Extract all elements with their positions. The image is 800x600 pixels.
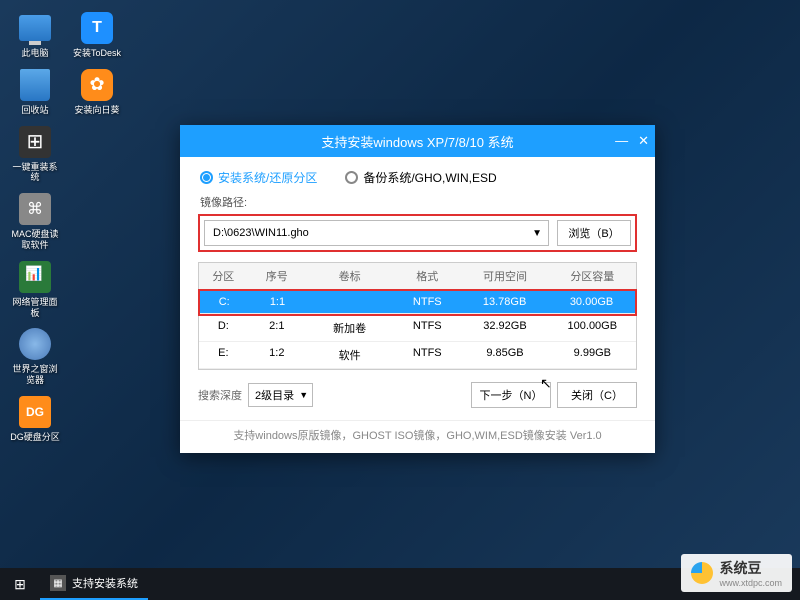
desktop: 此电脑 T安装ToDesk 回收站 安装向日葵 一键重装系统 MAC硬盘读取软件… — [0, 0, 800, 600]
image-path-label: 镜像路径: — [180, 194, 655, 210]
mac-disk-icon — [19, 193, 51, 225]
desktop-icon-todesk[interactable]: T安装ToDesk — [72, 10, 122, 59]
reinstall-icon — [19, 126, 51, 158]
radio-backup[interactable]: 备份系统/GHO,WIN,ESD — [345, 169, 496, 186]
dg-icon — [19, 396, 51, 428]
close-icon[interactable]: ✕ — [638, 133, 649, 149]
col-volume: 卷标 — [306, 263, 393, 289]
image-path-value: D:\0623\WIN11.gho — [213, 227, 309, 239]
table-header: 分区 序号 卷标 格式 可用空间 分区容量 — [199, 263, 636, 290]
table-row[interactable]: D: 2:1 新加卷 NTFS 32.92GB 100.00GB — [199, 315, 636, 342]
desktop-icon-dg-partition[interactable]: DG硬盘分区 — [10, 394, 60, 443]
watermark-name: 系统豆 — [719, 558, 782, 578]
browser-icon — [19, 328, 51, 360]
col-seq: 序号 — [248, 263, 306, 289]
col-drive: 分区 — [199, 263, 248, 289]
taskbar-app-icon: ▦ — [50, 575, 66, 591]
next-button[interactable]: 下一步（N） — [471, 382, 551, 408]
radio-checked-icon — [200, 171, 213, 184]
partition-table: 分区 序号 卷标 格式 可用空间 分区容量 C: 1:1 NTFS 13.78G… — [198, 262, 637, 370]
dialog-title-bar[interactable]: 支持安装windows XP/7/8/10 系统 — ✕ — [180, 125, 655, 157]
taskbar-item-installer[interactable]: ▦ 支持安装系统 — [40, 568, 148, 600]
dialog-footer-note: 支持windows原版镜像，GHOST ISO镜像，GHO,WIM,ESD镜像安… — [180, 420, 655, 453]
todesk-icon: T — [81, 12, 113, 44]
desktop-icon-reinstall[interactable]: 一键重装系统 — [10, 124, 60, 184]
install-dialog: 支持安装windows XP/7/8/10 系统 — ✕ 安装系统/还原分区 备… — [180, 125, 655, 453]
image-path-dropdown[interactable]: D:\0623\WIN11.gho ▼ — [204, 220, 549, 246]
chevron-down-icon: ▼ — [299, 390, 308, 400]
taskbar: ▦ 支持安装系统 — [0, 568, 800, 600]
desktop-icon-this-pc[interactable]: 此电脑 — [10, 10, 60, 59]
browse-button[interactable]: 浏览（B） — [557, 220, 631, 246]
table-row[interactable]: E: 1:2 软件 NTFS 9.85GB 9.99GB — [199, 342, 636, 369]
col-free: 可用空间 — [461, 263, 548, 289]
radio-unchecked-icon — [345, 171, 358, 184]
desktop-icon-browser[interactable]: 世界之窗浏览器 — [10, 326, 60, 386]
dialog-title: 支持安装windows XP/7/8/10 系统 — [321, 132, 513, 151]
search-depth-label: 搜索深度 — [198, 387, 242, 403]
network-panel-icon — [19, 261, 51, 293]
chevron-down-icon: ▼ — [532, 228, 542, 239]
recycle-bin-icon — [20, 69, 50, 101]
mode-radio-group: 安装系统/还原分区 备份系统/GHO,WIN,ESD — [180, 157, 655, 194]
window-controls: — ✕ — [615, 133, 649, 149]
radio-install-restore[interactable]: 安装系统/还原分区 — [200, 169, 317, 186]
col-format: 格式 — [393, 263, 461, 289]
col-total: 分区容量 — [549, 263, 636, 289]
row-highlight-annotation: C: 1:1 NTFS 13.78GB 30.00GB — [198, 289, 637, 316]
watermark-logo-icon — [691, 562, 713, 584]
pc-icon — [19, 15, 51, 41]
watermark: 系统豆 www.xtdpc.com — [681, 554, 792, 592]
watermark-url: www.xtdpc.com — [719, 578, 782, 588]
path-row-highlight: D:\0623\WIN11.gho ▼ 浏览（B） — [198, 214, 637, 252]
minimize-icon[interactable]: — — [615, 133, 628, 149]
search-depth-dropdown[interactable]: 2级目录 ▼ — [248, 383, 313, 407]
dialog-footer-actions: 搜索深度 2级目录 ▼ 下一步（N） 关闭（C） — [198, 382, 637, 408]
table-row[interactable]: C: 1:1 NTFS 13.78GB 30.00GB — [200, 291, 635, 314]
desktop-icons-area: 此电脑 T安装ToDesk 回收站 安装向日葵 一键重装系统 MAC硬盘读取软件… — [10, 10, 122, 443]
close-button[interactable]: 关闭（C） — [557, 382, 637, 408]
desktop-icon-recycle-bin[interactable]: 回收站 — [10, 67, 60, 116]
desktop-icon-mac-disk[interactable]: MAC硬盘读取软件 — [10, 191, 60, 251]
desktop-icon-sunflower[interactable]: 安装向日葵 — [72, 67, 122, 116]
sunflower-icon — [81, 69, 113, 101]
desktop-icon-network-panel[interactable]: 网络管理面板 — [10, 259, 60, 319]
start-button[interactable] — [0, 568, 40, 600]
